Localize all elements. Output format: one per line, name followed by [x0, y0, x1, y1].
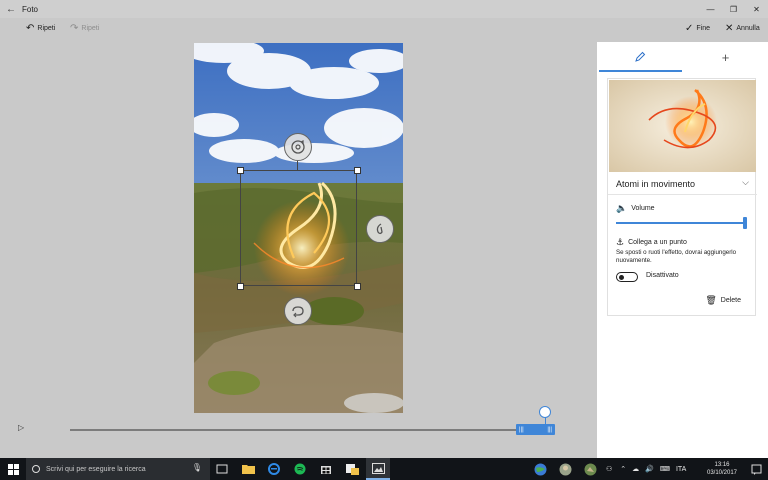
effect-name: Atomi in movimento	[616, 179, 696, 189]
resize-handle-top-left[interactable]	[237, 167, 244, 174]
loop-button[interactable]	[284, 297, 312, 325]
undo-icon: ↶	[26, 23, 35, 34]
done-label: Fine	[696, 25, 711, 32]
anchor-row: ⚓ Collega a un punto	[616, 237, 687, 248]
cancel-button[interactable]: ✕ Annulla	[725, 23, 760, 34]
checkmark-icon: ✓	[685, 23, 694, 34]
tray-overflow-icon[interactable]: ⌃	[620, 465, 626, 473]
path-curve-icon	[376, 223, 383, 235]
title-bar: ← Foto — ❐ ✕	[0, 0, 768, 18]
pencil-icon	[634, 51, 645, 62]
edit-toolbar: ↶ Ripeti ↷ Ripeti ✓ Fine ✕ Annulla	[0, 18, 768, 42]
map-app-icon[interactable]	[578, 458, 602, 480]
path-edit-button[interactable]	[366, 215, 394, 243]
effect-thumbnail[interactable]	[609, 80, 756, 172]
clock-time: 13:16	[714, 462, 730, 468]
resize-handle-bottom-right[interactable]	[354, 283, 361, 290]
loop-icon	[292, 306, 304, 318]
effect-selection-box[interactable]	[240, 170, 357, 286]
clock[interactable]: 13:16 03/10/2017	[702, 461, 742, 477]
timeline-track[interactable]	[70, 429, 552, 431]
trash-icon: 🗑	[705, 295, 717, 305]
toggle-state-label: Disattivato	[646, 272, 679, 279]
cancel-label: Annulla	[736, 25, 760, 32]
redo-button[interactable]: ↷ Ripeti	[70, 23, 99, 34]
delete-label: Delete	[720, 297, 741, 304]
trim-handle-left-icon[interactable]: |||	[519, 427, 524, 433]
photos-app-icon[interactable]	[366, 458, 390, 480]
search-placeholder: Scrivi qui per eseguire la ricerca	[46, 465, 146, 473]
play-icon[interactable]: ▷	[18, 423, 24, 432]
minimize-icon[interactable]: —	[699, 0, 722, 18]
system-tray: ⚇ ⌃ ☁ 🔊 ⌨ ITA	[606, 458, 686, 480]
effect-preview-image	[609, 80, 756, 172]
volume-slider-thumb[interactable]	[743, 217, 747, 229]
panel-tabs: +	[597, 42, 768, 72]
chevron-down-icon[interactable]: ⌵	[742, 177, 749, 188]
undo-label: Ripeti	[37, 25, 56, 32]
window-title: Foto	[22, 4, 39, 14]
microphone-icon[interactable]: 🎙	[192, 463, 202, 472]
back-arrow-icon[interactable]: ←	[0, 0, 22, 18]
file-manager-icon[interactable]	[340, 458, 364, 480]
editing-canvas	[0, 42, 597, 458]
volume-tray-icon[interactable]: 🔊	[645, 465, 654, 473]
done-button[interactable]: ✓ Fine	[685, 23, 710, 34]
volume-row: 🔈 Volume	[616, 203, 655, 214]
resize-handle-bottom-left[interactable]	[237, 283, 244, 290]
speaker-icon: 🔈	[616, 203, 628, 213]
rotate-handle-stem	[297, 160, 298, 170]
taskbar-search[interactable]: Scrivi qui per eseguire la ricerca 🎙	[26, 458, 210, 480]
task-view-icon[interactable]	[210, 458, 234, 480]
effects-panel: + Atomi in movimento ⌵ 🔈 Volume ⚓ Colleg…	[597, 42, 768, 458]
file-explorer-icon[interactable]	[236, 458, 260, 480]
globe-app-icon[interactable]	[528, 458, 552, 480]
start-button[interactable]	[0, 458, 26, 480]
cancel-icon: ✕	[725, 23, 734, 34]
photo-app-icon[interactable]	[553, 458, 577, 480]
anchor-label: Collega a un punto	[628, 239, 687, 246]
trim-handle-right-icon[interactable]: |||	[547, 427, 552, 433]
keyboard-icon[interactable]: ⌨	[660, 465, 670, 473]
anchor-icon: ⚓	[616, 237, 625, 247]
clock-date: 03/10/2017	[706, 470, 738, 476]
undo-button[interactable]: ↶ Ripeti	[26, 23, 55, 34]
effect-card: Atomi in movimento ⌵ 🔈 Volume ⚓ Collega …	[607, 78, 757, 316]
network-icon[interactable]: ☁	[632, 465, 639, 473]
edge-browser-icon[interactable]	[262, 458, 286, 480]
anchor-note: Se sposti o ruoti l'effetto, dovrai aggi…	[616, 249, 737, 264]
playhead-handle[interactable]	[539, 406, 551, 418]
tab-add[interactable]: +	[683, 42, 768, 72]
anchor-toggle[interactable]	[616, 272, 638, 282]
rotate-button[interactable]	[284, 133, 312, 161]
rotate-icon	[291, 140, 305, 154]
trim-range[interactable]: ||| |||	[516, 424, 555, 435]
redo-icon: ↷	[70, 23, 79, 34]
window-controls: — ❐ ✕	[699, 0, 768, 18]
store-icon[interactable]	[314, 458, 338, 480]
divider	[608, 194, 757, 195]
notifications-icon[interactable]	[744, 458, 768, 480]
close-icon[interactable]: ✕	[745, 0, 768, 18]
tab-edit[interactable]	[597, 42, 682, 72]
spotify-icon[interactable]	[288, 458, 312, 480]
resize-handle-top-right[interactable]	[354, 167, 361, 174]
plus-icon: +	[721, 49, 730, 65]
volume-label: Volume	[631, 205, 655, 212]
taskbar: Scrivi qui per eseguire la ricerca 🎙 ⚇ ⌃…	[0, 458, 768, 480]
people-icon[interactable]: ⚇	[606, 465, 612, 473]
maximize-icon[interactable]: ❐	[722, 0, 745, 18]
delete-button[interactable]: 🗑 Delete	[705, 295, 741, 306]
language-indicator[interactable]: ITA	[676, 466, 686, 473]
volume-slider-track[interactable]	[616, 222, 744, 224]
redo-label: Ripeti	[81, 25, 100, 32]
windows-logo-icon	[7, 463, 19, 475]
cortana-icon	[32, 465, 40, 473]
